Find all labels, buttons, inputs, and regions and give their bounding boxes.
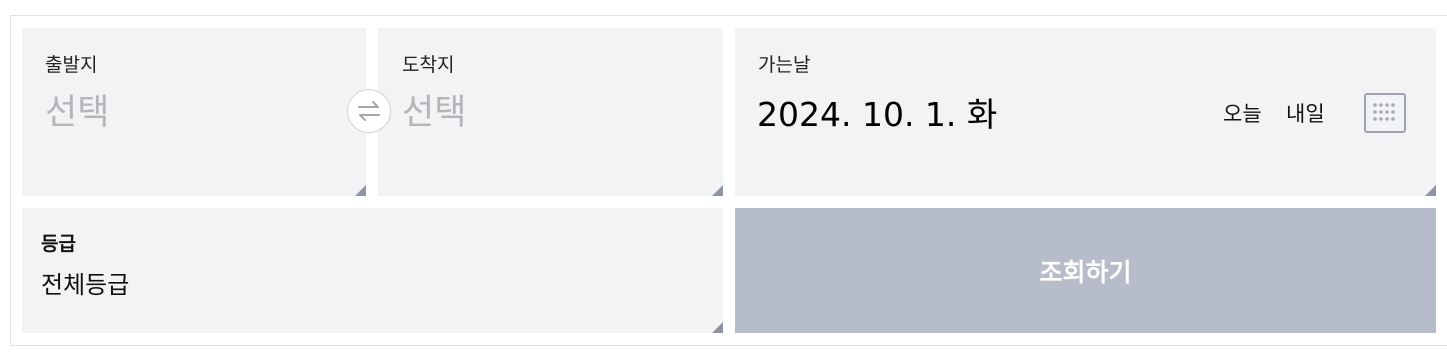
- search-button[interactable]: 조회하기: [735, 208, 1436, 333]
- corner-marker: [712, 322, 723, 333]
- arrival-value: 선택: [402, 93, 467, 133]
- arrival-label: 도착지: [402, 54, 455, 76]
- today-button[interactable]: 오늘: [1223, 98, 1262, 128]
- calendar-icon: [1373, 103, 1395, 121]
- swap-button[interactable]: [347, 89, 391, 133]
- corner-marker: [1425, 185, 1436, 196]
- departure-label: 출발지: [45, 54, 98, 76]
- swap-arrows-icon: [358, 101, 380, 121]
- corner-marker: [712, 185, 723, 196]
- corner-marker: [355, 185, 366, 196]
- grade-field[interactable]: 등급 전체등급: [22, 208, 723, 333]
- tomorrow-button[interactable]: 내일: [1286, 98, 1325, 128]
- departure-value: 선택: [45, 93, 110, 133]
- calendar-button[interactable]: [1364, 93, 1406, 133]
- date-label: 가는날: [758, 54, 811, 76]
- date-field[interactable]: 가는날 2024. 10. 1. 화: [735, 28, 1436, 196]
- arrival-field[interactable]: 도착지 선택: [378, 28, 723, 196]
- grade-label: 등급: [41, 233, 76, 255]
- departure-field[interactable]: 출발지 선택: [22, 28, 366, 196]
- search-button-label: 조회하기: [1039, 257, 1132, 287]
- grade-value: 전체등급: [41, 271, 130, 299]
- date-value: 2024. 10. 1. 화: [757, 95, 998, 134]
